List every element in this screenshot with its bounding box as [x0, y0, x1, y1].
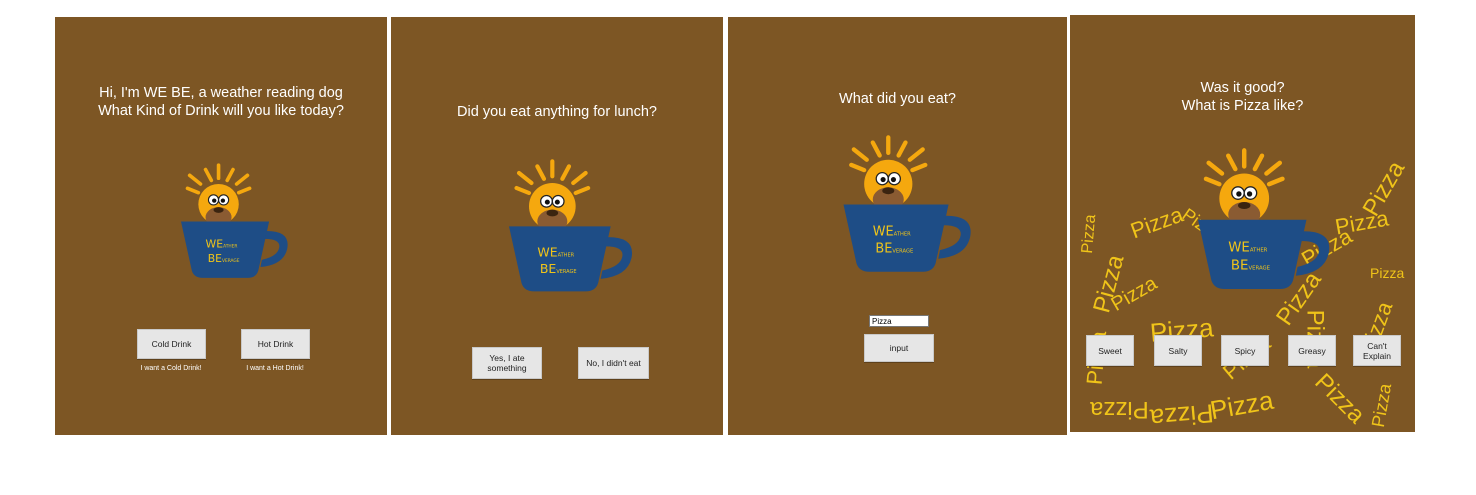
cup: [509, 226, 633, 292]
screen-what-ate: What did you eat? WEATHER BEVERAGE input: [728, 17, 1067, 435]
webe-mascot-logo: WEATHER BEVERAGE: [843, 135, 971, 272]
scatter-word: Pizza: [1370, 265, 1405, 281]
scatter-word: Pizza: [1107, 272, 1161, 316]
cup: [181, 221, 288, 278]
scatter-word: Pizza: [1357, 156, 1411, 221]
sweet-button[interactable]: Sweet: [1086, 335, 1134, 366]
cold-drink-caption: I want a Cold Drink!: [140, 365, 202, 372]
scatter-word: Pizza: [1148, 398, 1215, 432]
screen-title: Was it good? What is Pizza like?: [1181, 80, 1304, 114]
cup: [843, 204, 971, 272]
screen-drink-choice: Hi, I'm WE BE, a weather reading dog Wha…: [55, 17, 387, 435]
greasy-button[interactable]: Greasy: [1288, 335, 1336, 366]
scatter-word: Pizza: [1127, 201, 1187, 244]
input-button[interactable]: input: [864, 334, 934, 362]
scatter-word: Pizza: [1367, 382, 1396, 429]
spicy-button[interactable]: Spicy: [1221, 335, 1269, 366]
webe-mascot-logo: WEATHER BEVERAGE: [181, 163, 288, 278]
scatter-word: Pizza: [1078, 213, 1100, 255]
hot-drink-button[interactable]: Hot Drink: [241, 329, 310, 359]
food-input[interactable]: [869, 315, 929, 327]
webe-mascot-logo: WEATHER BEVERAGE: [509, 159, 633, 292]
yes-ate-button[interactable]: Yes, I ate something: [472, 347, 542, 379]
screen-title: What did you eat?: [839, 91, 956, 107]
salty-button[interactable]: Salty: [1154, 335, 1202, 366]
scatter-word: Pizza: [1207, 384, 1276, 426]
scatter-word: Pizza: [1090, 396, 1149, 423]
cold-drink-button[interactable]: Cold Drink: [137, 329, 206, 359]
screen-pizza-taste: Pizza Pizza Pizza Pizza Pizza Pizza Pizz…: [1070, 15, 1415, 432]
no-didnt-eat-button[interactable]: No, I didn't eat: [578, 347, 649, 379]
cup: [1198, 219, 1330, 290]
webe-mascot-logo: WEATHER BEVERAGE: [1198, 148, 1330, 290]
cant-explain-button[interactable]: Can't Explain: [1353, 335, 1401, 366]
hot-drink-caption: I want a Hot Drink!: [246, 365, 304, 372]
scatter-word: Pizza: [1088, 252, 1130, 316]
screen-title: Hi, I'm WE BE, a weather reading dog Wha…: [98, 85, 344, 119]
screen-lunch-question: Did you eat anything for lunch? WEATHER …: [391, 17, 723, 435]
scatter-word: Pizza: [1309, 368, 1370, 429]
screen-title: Did you eat anything for lunch?: [457, 104, 657, 120]
